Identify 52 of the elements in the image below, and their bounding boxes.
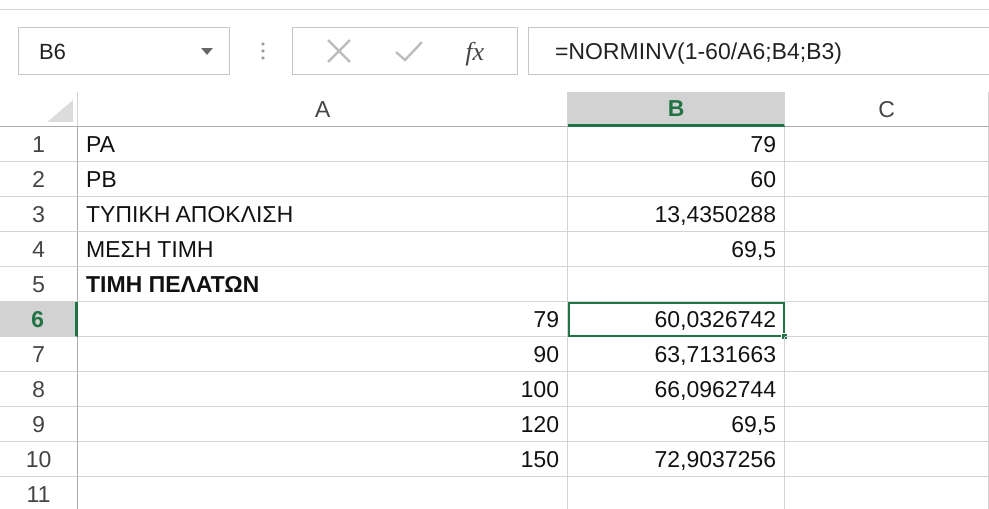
spreadsheet-cell[interactable]: ΜΕΣΗ ΤΙΜΗ xyxy=(78,232,568,267)
corner-triangle-icon xyxy=(47,100,73,122)
spreadsheet-cell[interactable] xyxy=(785,197,989,232)
spreadsheet-cell[interactable] xyxy=(785,302,989,337)
spreadsheet-cell[interactable] xyxy=(785,372,989,407)
cancel-icon[interactable] xyxy=(326,38,352,64)
name-box[interactable]: B6 xyxy=(18,27,230,75)
spreadsheet-cell[interactable] xyxy=(785,267,989,302)
spreadsheet-cell[interactable]: 60 xyxy=(568,162,785,197)
spreadsheet-cell[interactable] xyxy=(785,407,989,442)
row-header[interactable]: 8 xyxy=(0,372,78,407)
row-header[interactable]: 4 xyxy=(0,232,78,267)
spreadsheet-cell[interactable]: 69,5 xyxy=(568,407,785,442)
spreadsheet-cell[interactable]: PA xyxy=(78,127,568,162)
column-header[interactable]: C xyxy=(785,92,989,127)
dropdown-caret-icon xyxy=(201,48,213,54)
spreadsheet-cell[interactable]: 120 xyxy=(78,407,568,442)
spreadsheet-cell[interactable]: 66,0962744 xyxy=(568,372,785,407)
spreadsheet-cell[interactable]: 150 xyxy=(78,442,568,477)
spreadsheet-cell[interactable] xyxy=(785,127,989,162)
row-header[interactable]: 11 xyxy=(0,477,78,509)
row-header[interactable]: 1 xyxy=(0,127,78,162)
column-header[interactable]: A xyxy=(78,92,568,127)
insert-function-button[interactable]: fx xyxy=(465,32,484,70)
check-icon[interactable] xyxy=(394,39,424,63)
spreadsheet-cell[interactable]: 79 xyxy=(78,302,568,337)
row-header[interactable]: 7 xyxy=(0,337,78,372)
selected-cell[interactable]: 60,0326742 xyxy=(568,302,785,337)
spreadsheet-cell[interactable] xyxy=(785,162,989,197)
spreadsheet-cell[interactable]: ΤΙΜΗ ΠΕΛΑΤΩΝ xyxy=(78,267,568,302)
row-header[interactable]: 6 xyxy=(0,302,78,337)
spreadsheet-cell[interactable]: 63,7131663 xyxy=(568,337,785,372)
spreadsheet-cell[interactable] xyxy=(785,442,989,477)
spreadsheet-cell[interactable] xyxy=(568,267,785,302)
row-header[interactable]: 3 xyxy=(0,197,78,232)
spreadsheet-cell[interactable]: 90 xyxy=(78,337,568,372)
spreadsheet-cell[interactable]: 79 xyxy=(568,127,785,162)
spreadsheet-cell[interactable]: 72,9037256 xyxy=(568,442,785,477)
row-header[interactable]: 2 xyxy=(0,162,78,197)
select-all-button[interactable] xyxy=(0,92,78,127)
grip-dots-icon xyxy=(260,41,266,61)
spreadsheet-cell[interactable] xyxy=(785,337,989,372)
spreadsheet-cell[interactable]: 69,5 xyxy=(568,232,785,267)
spreadsheet-cell[interactable]: ΤΥΠΙΚΗ ΑΠΟΚΛΙΣΗ xyxy=(78,197,568,232)
row-header[interactable]: 10 xyxy=(0,442,78,477)
column-header[interactable]: B xyxy=(568,92,785,127)
spreadsheet-cell[interactable] xyxy=(785,232,989,267)
spreadsheet-cell[interactable]: 13,4350288 xyxy=(568,197,785,232)
spreadsheet-cell[interactable]: PB xyxy=(78,162,568,197)
row-header[interactable]: 9 xyxy=(0,407,78,442)
spreadsheet-cell[interactable]: 100 xyxy=(78,372,568,407)
formula-field[interactable]: =NORMINV(1-60/A6;B4;B3) xyxy=(528,27,989,75)
